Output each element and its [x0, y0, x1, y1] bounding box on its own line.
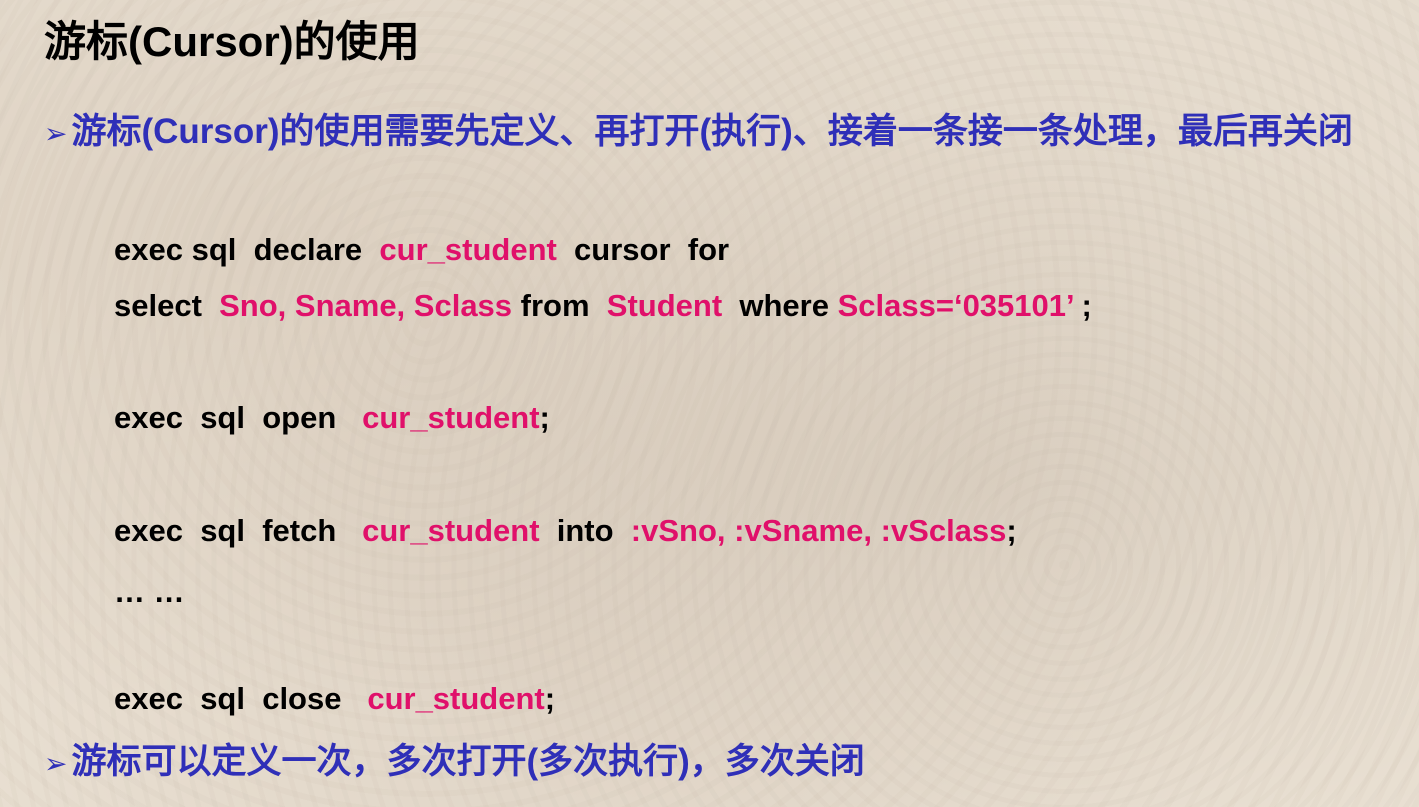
- code-identifier: cur_student: [367, 681, 545, 716]
- bullet-arrow-icon: ➢: [44, 748, 68, 779]
- slide: 游标(Cursor)的使用 ➢ 游标(Cursor)的使用需要先定义、再打开(执行…: [0, 0, 1419, 807]
- bullet-1-text: 游标(Cursor)的使用需要先定义、再打开(执行)、接着一条接一条处理，最后再…: [71, 112, 1353, 151]
- code-identifier: Sclass=‘035101’: [837, 288, 1073, 323]
- code-keyword: ;: [544, 681, 556, 716]
- code-identifier: Student: [606, 288, 723, 323]
- code-line-ellipsis: … …: [114, 574, 185, 610]
- bullet-arrow-icon: ➢: [44, 118, 68, 149]
- slide-title: 游标(Cursor)的使用: [44, 18, 420, 65]
- bullet-point-2: ➢ 游标可以定义一次，多次打开(多次执行)，多次关闭: [44, 734, 865, 792]
- code-keyword: exec sql fetch: [114, 513, 363, 548]
- bullet-point-1: ➢ 游标(Cursor)的使用需要先定义、再打开(执行)、接着一条接一条处理，最后…: [44, 104, 1404, 162]
- code-keyword: ;: [1072, 288, 1092, 323]
- code-keyword: ;: [539, 400, 550, 435]
- bullet-2-text: 游标可以定义一次，多次打开(多次执行)，多次关闭: [71, 742, 865, 781]
- code-line-fetch: exec sql fetch cur_student into :vSno, :…: [114, 513, 1017, 549]
- code-keyword: exec sql declare: [114, 232, 380, 267]
- code-keyword: exec sql open: [114, 400, 363, 435]
- code-keyword: exec sql close: [114, 681, 368, 716]
- code-ellipsis: … …: [114, 574, 185, 609]
- code-keyword: ;: [1006, 513, 1017, 548]
- code-identifier: Sno, Sname, Sclass: [219, 288, 513, 323]
- code-keyword: select: [114, 288, 220, 323]
- code-identifier: cur_student: [362, 400, 540, 435]
- code-identifier: cur_student: [362, 513, 540, 548]
- code-identifier: :vSno, :vSname, :vSclass: [630, 513, 1007, 548]
- code-identifier: cur_student: [379, 232, 557, 267]
- code-keyword: cursor for: [556, 232, 730, 267]
- code-keyword: from: [512, 288, 607, 323]
- code-line-open: exec sql open cur_student;: [114, 400, 550, 436]
- code-line-close: exec sql close cur_student;: [114, 681, 555, 717]
- code-line-declare: exec sql declare cur_student cursor for: [114, 232, 729, 268]
- code-keyword: where: [722, 288, 838, 323]
- code-keyword: into: [539, 513, 631, 548]
- code-line-select: select Sno, Sname, Sclass from Student w…: [114, 288, 1092, 324]
